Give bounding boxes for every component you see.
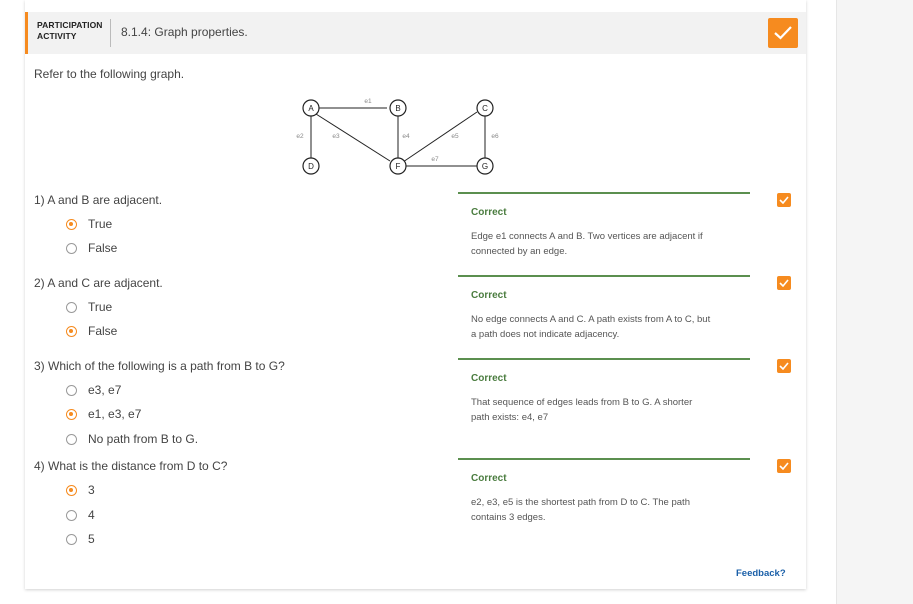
- option-label: e3, e7: [88, 383, 122, 397]
- feedback-link[interactable]: Feedback?: [736, 568, 786, 579]
- activity-complete-badge: [768, 18, 798, 48]
- vertex-label-G: G: [482, 162, 488, 171]
- edge-e3: [315, 113, 391, 162]
- participation-activity-card: PARTICIPATION ACTIVITY 8.1.4: Graph prop…: [25, 0, 806, 589]
- radio-selected[interactable]: [66, 218, 77, 230]
- edge-label-e7: e7: [431, 156, 439, 163]
- question-3-prompt: 3) Which of the following is a path from…: [34, 359, 285, 373]
- question-3-feedback: Correct That sequence of edges leads fro…: [458, 358, 750, 430]
- feedback-line-1: That sequence of edges leads from B to G…: [471, 397, 693, 408]
- option-label: False: [88, 324, 118, 338]
- feedback-title: Correct: [471, 373, 507, 384]
- intro-text: Refer to the following graph.: [34, 67, 185, 81]
- question-1-option-false[interactable]: False: [66, 240, 117, 256]
- feedback-line-2: path exists: e4, e7: [471, 412, 549, 423]
- question-4-option-1[interactable]: 3: [66, 482, 95, 498]
- vertex-label-B: B: [395, 104, 400, 113]
- vertex-label-A: A: [308, 104, 314, 113]
- radio-unselected[interactable]: [66, 384, 77, 396]
- edge-label-e1: e1: [364, 98, 372, 105]
- option-label: True: [88, 300, 113, 314]
- radio-selected[interactable]: [66, 325, 77, 337]
- option-label: e1, e3, e7: [88, 407, 142, 421]
- question-3-option-2[interactable]: e1, e3, e7: [66, 406, 141, 422]
- edge-label-e2: e2: [296, 133, 304, 140]
- checkmark-icon: [779, 196, 789, 204]
- radio-selected[interactable]: [66, 484, 77, 496]
- feedback-line-1: e2, e3, e5 is the shortest path from D t…: [471, 497, 690, 508]
- option-label: 3: [88, 483, 95, 497]
- header-accent-bar: [25, 12, 28, 54]
- edge-label-e6: e6: [491, 133, 499, 140]
- radio-unselected[interactable]: [66, 242, 77, 254]
- option-label: True: [88, 217, 113, 231]
- activity-header: PARTICIPATION ACTIVITY 8.1.4: Graph prop…: [25, 12, 806, 54]
- vertex-label-D: D: [308, 162, 314, 171]
- graph-figure: A B C D F G e1 e2 e3 e4 e5 e6 e7: [296, 98, 499, 175]
- question-4-prompt: 4) What is the distance from D to C?: [34, 459, 228, 473]
- option-label: 5: [88, 532, 95, 546]
- right-gutter: [836, 0, 913, 604]
- question-1-complete-check: [777, 193, 791, 207]
- question-4-option-3[interactable]: 5: [66, 531, 95, 547]
- radio-selected[interactable]: [66, 408, 77, 420]
- checkmark-icon: [774, 26, 792, 40]
- question-1-option-true[interactable]: True: [66, 216, 112, 232]
- radio-unselected[interactable]: [66, 509, 77, 521]
- checkmark-icon: [779, 279, 789, 287]
- question-1-feedback: Correct Edge e1 connects A and B. Two ve…: [458, 192, 750, 264]
- question-1-prompt: 1) A and B are adjacent.: [34, 193, 163, 207]
- question-3-option-3[interactable]: No path from B to G.: [66, 431, 198, 447]
- question-4-feedback: Correct e2, e3, e5 is the shortest path …: [458, 458, 750, 530]
- radio-unselected[interactable]: [66, 533, 77, 545]
- radio-unselected[interactable]: [66, 433, 77, 445]
- question-3-complete-check: [777, 359, 791, 373]
- feedback-line-1: No edge connects A and C. A path exists …: [471, 314, 711, 325]
- question-2-option-false[interactable]: False: [66, 323, 117, 339]
- vertex-label-C: C: [482, 104, 488, 113]
- question-2-prompt: 2) A and C are adjacent.: [34, 276, 163, 290]
- checkmark-icon: [779, 462, 789, 470]
- feedback-title: Correct: [471, 473, 507, 484]
- edge-label-e4: e4: [402, 133, 410, 140]
- feedback-line-2: connected by an edge.: [471, 246, 568, 257]
- edge-label-e3: e3: [332, 133, 340, 140]
- option-label: False: [88, 241, 118, 255]
- activity-type-line1: PARTICIPATION: [37, 20, 103, 30]
- question-4-option-2[interactable]: 4: [66, 507, 95, 523]
- question-4-complete-check: [777, 459, 791, 473]
- question-2-option-true[interactable]: True: [66, 299, 112, 315]
- question-3-option-1[interactable]: e3, e7: [66, 382, 121, 398]
- feedback-line-2: contains 3 edges.: [471, 512, 546, 523]
- question-2-complete-check: [777, 276, 791, 290]
- activity-type-label: PARTICIPATION ACTIVITY: [37, 20, 103, 42]
- activity-type-line2: ACTIVITY: [37, 31, 77, 41]
- activity-title: 8.1.4: Graph properties.: [121, 25, 248, 39]
- feedback-line-2: a path does not indicate adjacency.: [471, 329, 620, 340]
- question-2-feedback: Correct No edge connects A and C. A path…: [458, 275, 750, 347]
- edge-label-e5: e5: [451, 133, 459, 140]
- radio-unselected[interactable]: [66, 301, 77, 313]
- header-divider: [110, 19, 111, 47]
- edge-e5: [402, 111, 478, 163]
- feedback-title: Correct: [471, 290, 507, 301]
- vertex-label-F: F: [396, 162, 401, 171]
- option-label: No path from B to G.: [88, 432, 199, 446]
- option-label: 4: [88, 508, 95, 522]
- feedback-title: Correct: [471, 207, 507, 218]
- checkmark-icon: [779, 362, 789, 370]
- feedback-line-1: Edge e1 connects A and B. Two vertices a…: [471, 231, 703, 242]
